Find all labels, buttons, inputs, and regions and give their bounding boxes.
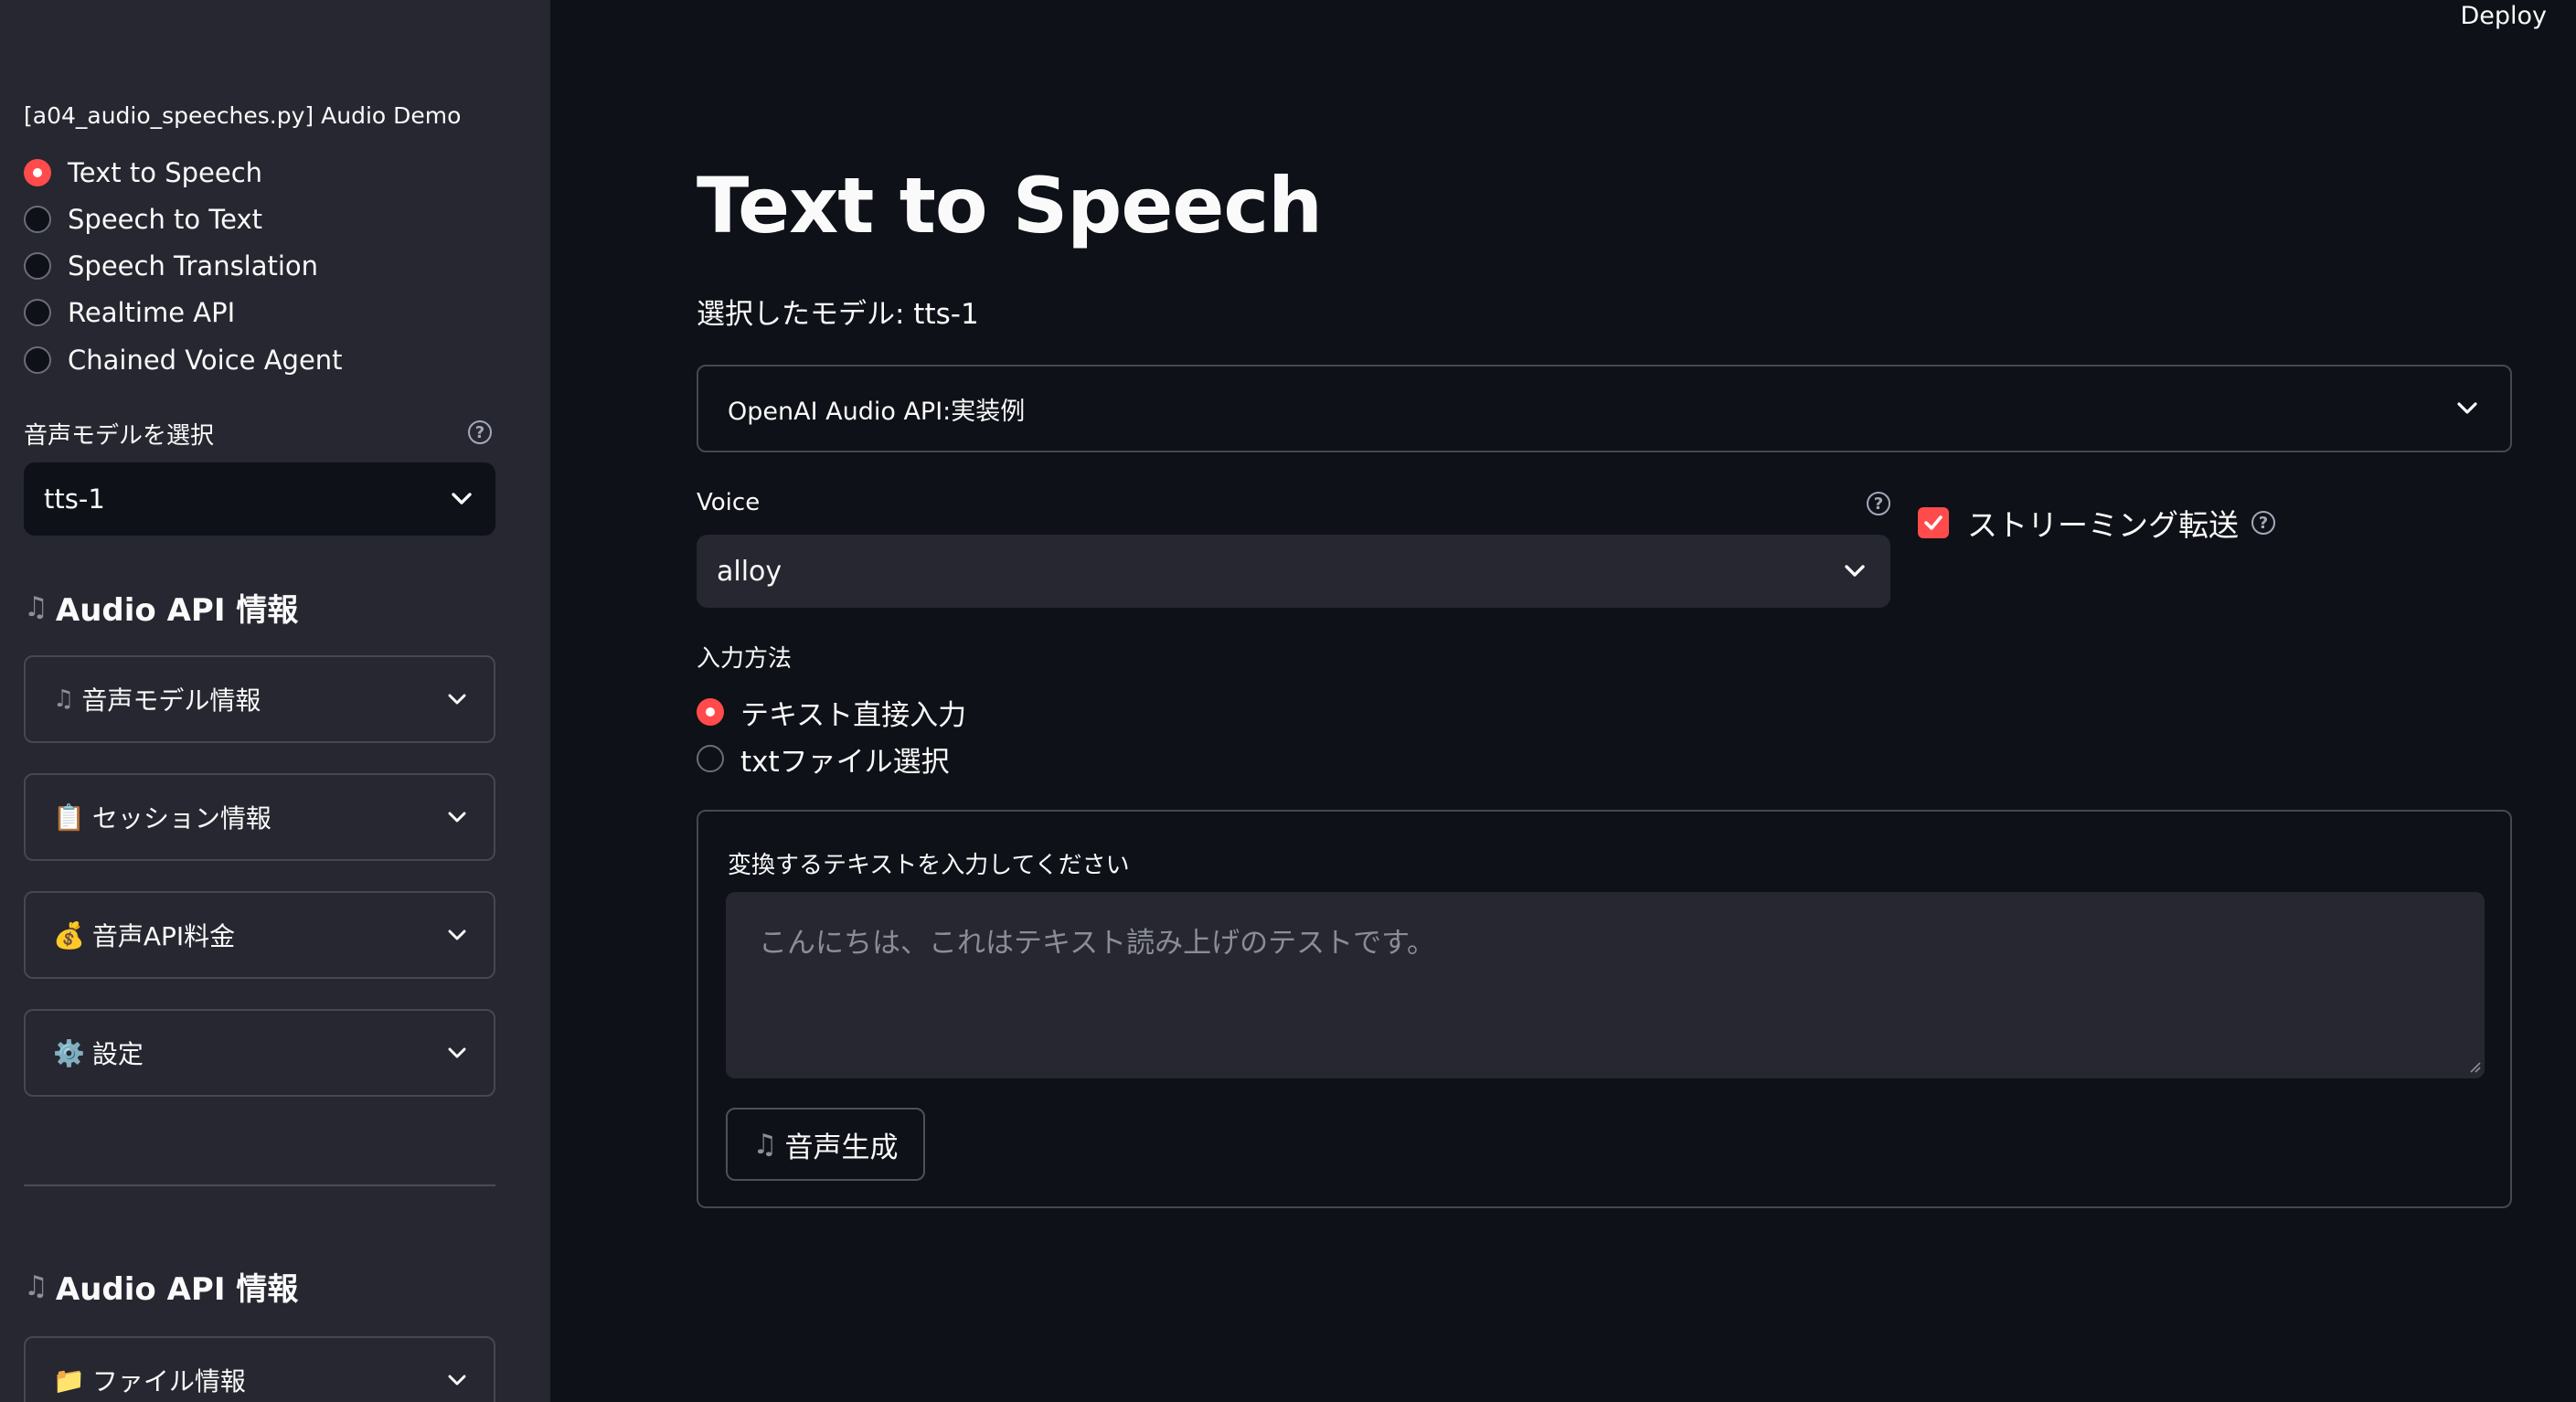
chevron-down-icon [2457, 402, 2477, 414]
input-method-option-label: テキスト直接入力 [740, 698, 967, 732]
chevron-down-icon [448, 812, 466, 823]
help-icon[interactable]: ? [468, 420, 492, 444]
audio-api-info-heading: ♫ Audio API 情報 [24, 585, 298, 630]
streaming-checkbox[interactable] [1918, 507, 1949, 538]
expander-implementation-example[interactable]: OpenAI Audio API:実装例 [697, 365, 2512, 452]
expander-label: セッション情報 [91, 803, 271, 834]
page-title: Text to Speech [697, 161, 1323, 250]
expander-model-info[interactable]: ♫ 音声モデル情報 [24, 655, 495, 743]
chevron-down-icon [448, 929, 466, 940]
sidebar-demo-caption: [a04_audio_speeches.py] Audio Demo [24, 102, 462, 129]
help-icon[interactable]: ? [2251, 511, 2275, 535]
demo-option-realtime-api[interactable]: Realtime API [24, 292, 235, 333]
expander-label: 音声モデル情報 [81, 685, 261, 716]
expander-settings[interactable]: ⚙️ 設定 [24, 1009, 495, 1097]
input-method-label: 入力方法 [697, 645, 793, 673]
demo-option-text-to-speech[interactable]: Text to Speech [24, 153, 262, 193]
musical-note-icon: ♫ [752, 1128, 778, 1161]
demo-option-chained-voice-agent[interactable]: Chained Voice Agent [24, 340, 343, 380]
expander-label: 設定 [91, 1039, 144, 1069]
input-method-direct[interactable]: テキスト直接入力 [697, 692, 966, 732]
sidebar-divider [24, 1184, 495, 1186]
radio-icon[interactable] [24, 346, 51, 374]
demo-option-label: Chained Voice Agent [68, 345, 343, 376]
input-method-file[interactable]: txtファイル選択 [697, 738, 950, 779]
demo-option-speech-to-text[interactable]: Speech to Text [24, 199, 262, 239]
deploy-button[interactable]: Deploy [2460, 2, 2547, 30]
checkmark-icon [1924, 515, 1943, 530]
expander-session-info[interactable]: 📋 セッション情報 [24, 773, 495, 861]
model-select-label: 音声モデルを選択 [24, 422, 215, 450]
audio-api-info-heading-text: Audio API 情報 [55, 1271, 299, 1308]
chevron-down-icon [452, 493, 472, 505]
voice-label: Voice [697, 489, 761, 516]
voice-select[interactable]: alloy [697, 535, 1890, 608]
radio-selected-icon[interactable] [697, 698, 724, 726]
demo-option-label: Speech to Text [68, 204, 263, 235]
radio-selected-icon[interactable] [24, 159, 51, 186]
chevron-down-icon [448, 1375, 466, 1386]
radio-icon[interactable] [24, 206, 51, 233]
musical-note-icon: ♫ [24, 1270, 48, 1302]
textarea-label: 変換するテキストを入力してください [728, 852, 1130, 879]
chevron-down-icon [448, 1047, 466, 1058]
voice-select-value: alloy [717, 555, 782, 588]
demo-option-label: Speech Translation [68, 250, 319, 281]
radio-icon[interactable] [24, 252, 51, 280]
folder-icon: 📁 [53, 1365, 85, 1396]
resize-handle-icon[interactable] [2468, 1060, 2481, 1073]
generate-audio-label: 音声生成 [784, 1131, 899, 1164]
streaming-checkbox-row[interactable]: ストリーミング転送 ? [1918, 501, 2275, 545]
text-input-form: 変換するテキストを入力してください ♫ 音声生成 [697, 810, 2512, 1208]
radio-icon[interactable] [697, 745, 724, 772]
chevron-down-icon [448, 694, 466, 705]
gear-icon: ⚙️ [53, 1037, 85, 1068]
sidebar: [a04_audio_speeches.py] Audio Demo Text … [0, 0, 550, 1402]
musical-note-icon: ♫ [53, 685, 75, 713]
money-bag-icon: 💰 [53, 919, 85, 951]
musical-note-icon: ♫ [24, 591, 48, 623]
streaming-label: ストリーミング転送 [1967, 507, 2239, 543]
chevron-down-icon [1845, 565, 1865, 577]
radio-icon[interactable] [24, 299, 51, 326]
text-input-area[interactable] [726, 892, 2485, 1078]
audio-api-info-heading: ♫ Audio API 情報 [24, 1264, 298, 1309]
clipboard-icon: 📋 [53, 802, 85, 833]
demo-option-speech-translation[interactable]: Speech Translation [24, 246, 318, 286]
selected-model-text: 選択したモデル: tts-1 [697, 298, 979, 331]
expander-label: ファイル情報 [91, 1366, 246, 1397]
help-icon[interactable]: ? [1867, 492, 1890, 515]
expander-label: OpenAI Audio API:実装例 [728, 397, 1026, 426]
input-method-option-label: txtファイル選択 [740, 745, 950, 779]
expander-api-pricing[interactable]: 💰 音声API料金 [24, 891, 495, 979]
demo-option-label: Text to Speech [68, 157, 263, 188]
expander-label: 音声API料金 [91, 921, 236, 951]
model-select[interactable]: tts-1 [24, 462, 495, 536]
model-select-value: tts-1 [44, 483, 105, 515]
demo-option-label: Realtime API [68, 297, 236, 328]
expander-file-info[interactable]: 📁 ファイル情報 [24, 1336, 495, 1402]
generate-audio-button[interactable]: ♫ 音声生成 [726, 1108, 925, 1181]
audio-api-info-heading-text: Audio API 情報 [55, 592, 299, 629]
